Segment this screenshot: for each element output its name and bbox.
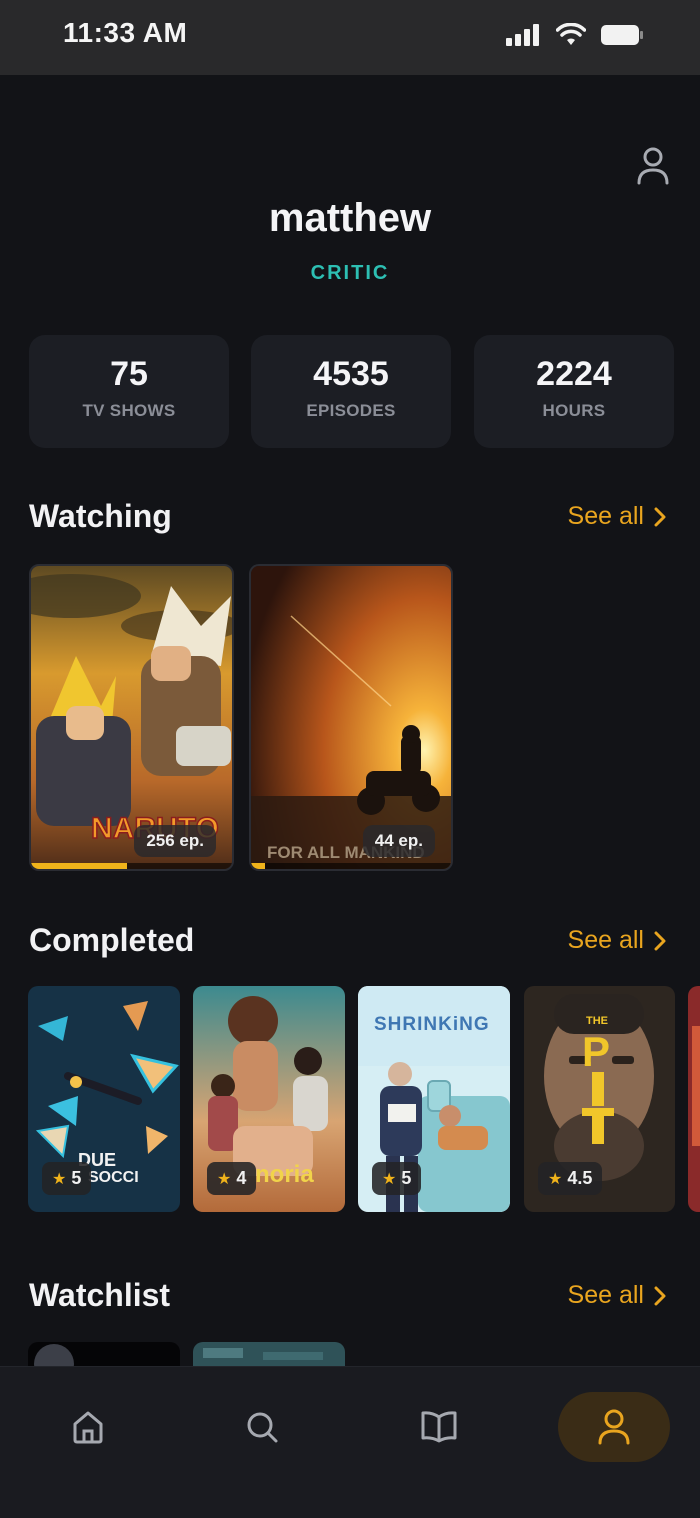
stat-tv-shows: 75 TV SHOWS: [29, 335, 229, 448]
rating-value: 4.5: [567, 1168, 593, 1188]
bottom-nav: [0, 1366, 700, 1518]
progress-bar: [251, 863, 451, 869]
watchlist-see-all-button[interactable]: See all: [568, 1281, 666, 1310]
episode-count-badge: 256 ep.: [134, 825, 216, 857]
search-icon: [247, 1412, 278, 1443]
completed-title: Completed: [29, 922, 195, 958]
stat-label: TV SHOWS: [82, 401, 176, 420]
user-icon: [598, 1409, 630, 1445]
status-bar: 11:33 AM: [0, 0, 700, 75]
completed-poster-1[interactable]: DUE SOCCI ★ 5: [28, 986, 180, 1212]
watching-poster-naruto[interactable]: NARUTO 256 ep.: [29, 564, 234, 871]
nav-search[interactable]: [206, 1392, 318, 1462]
watching-title: Watching: [29, 498, 172, 534]
book-open-icon: [421, 1411, 457, 1443]
svg-text:noria: noria: [255, 1161, 314, 1188]
nav-library[interactable]: [383, 1392, 495, 1462]
user-icon: [637, 147, 669, 185]
svg-text:THE: THE: [586, 1015, 608, 1027]
rating-badge: ★ 5: [42, 1162, 92, 1195]
stat-hours: 2224 HOURS: [474, 335, 674, 448]
nav-profile[interactable]: [558, 1392, 670, 1462]
stat-label: EPISODES: [306, 401, 396, 420]
stat-episodes: 4535 EPISODES: [251, 335, 451, 448]
stat-value: 2224: [536, 355, 612, 393]
username: matthew: [268, 196, 432, 240]
watchlist-title: Watchlist: [29, 1277, 171, 1313]
star-icon: ★: [217, 1170, 232, 1188]
progress-fill: [31, 863, 128, 869]
completed-see-all-button[interactable]: See all: [568, 926, 666, 955]
stat-value: 4535: [313, 355, 389, 393]
status-time: 11:33 AM: [63, 17, 188, 48]
star-icon: ★: [548, 1170, 563, 1188]
battery-icon: [601, 25, 643, 45]
home-icon: [73, 1411, 103, 1444]
wifi-icon: [556, 23, 586, 45]
stat-value: 75: [110, 355, 148, 393]
nav-home[interactable]: [32, 1392, 144, 1462]
rating-value: 5: [401, 1168, 412, 1188]
chevron-right-icon: [654, 1286, 666, 1305]
svg-text:SHRINKiNG: SHRINKiNG: [374, 1014, 490, 1035]
completed-poster-4[interactable]: THE P ★ 4.5: [524, 986, 675, 1212]
star-icon: ★: [382, 1170, 397, 1188]
rating-value: 4: [236, 1168, 247, 1188]
completed-poster-2[interactable]: noria ★ 4: [193, 986, 345, 1212]
svg-text:P: P: [582, 1028, 610, 1075]
chevron-right-icon: [654, 931, 666, 950]
progress-fill: [251, 863, 265, 869]
watching-poster-for-all-mankind[interactable]: FOR ALL MANKIND 44 ep.: [249, 564, 453, 871]
completed-poster-3[interactable]: SHRINKiNG ★ 5: [358, 986, 510, 1212]
user-role: CRITIC: [310, 262, 390, 284]
stat-label: HOURS: [542, 401, 606, 420]
rating-badge: ★ 5: [372, 1162, 422, 1195]
status-icons: [506, 23, 644, 47]
see-all-label: See all: [567, 1281, 644, 1309]
completed-poster-5-partial[interactable]: [688, 986, 700, 1212]
star-icon: ★: [52, 1170, 67, 1188]
rating-badge: ★ 4.5: [538, 1162, 603, 1195]
poster-art: [688, 986, 700, 1212]
chevron-right-icon: [654, 507, 666, 526]
episode-count-badge: 44 ep.: [362, 825, 435, 857]
signal-icon: [506, 24, 539, 46]
rating-value: 5: [71, 1168, 82, 1188]
rating-badge: ★ 4: [207, 1162, 257, 1195]
svg-text:SOCCI: SOCCI: [88, 1169, 139, 1186]
see-all-label: See all: [567, 926, 644, 954]
watching-see-all-button[interactable]: See all: [568, 502, 666, 531]
progress-bar: [31, 863, 232, 869]
account-button[interactable]: [636, 146, 670, 186]
see-all-label: See all: [567, 502, 644, 530]
